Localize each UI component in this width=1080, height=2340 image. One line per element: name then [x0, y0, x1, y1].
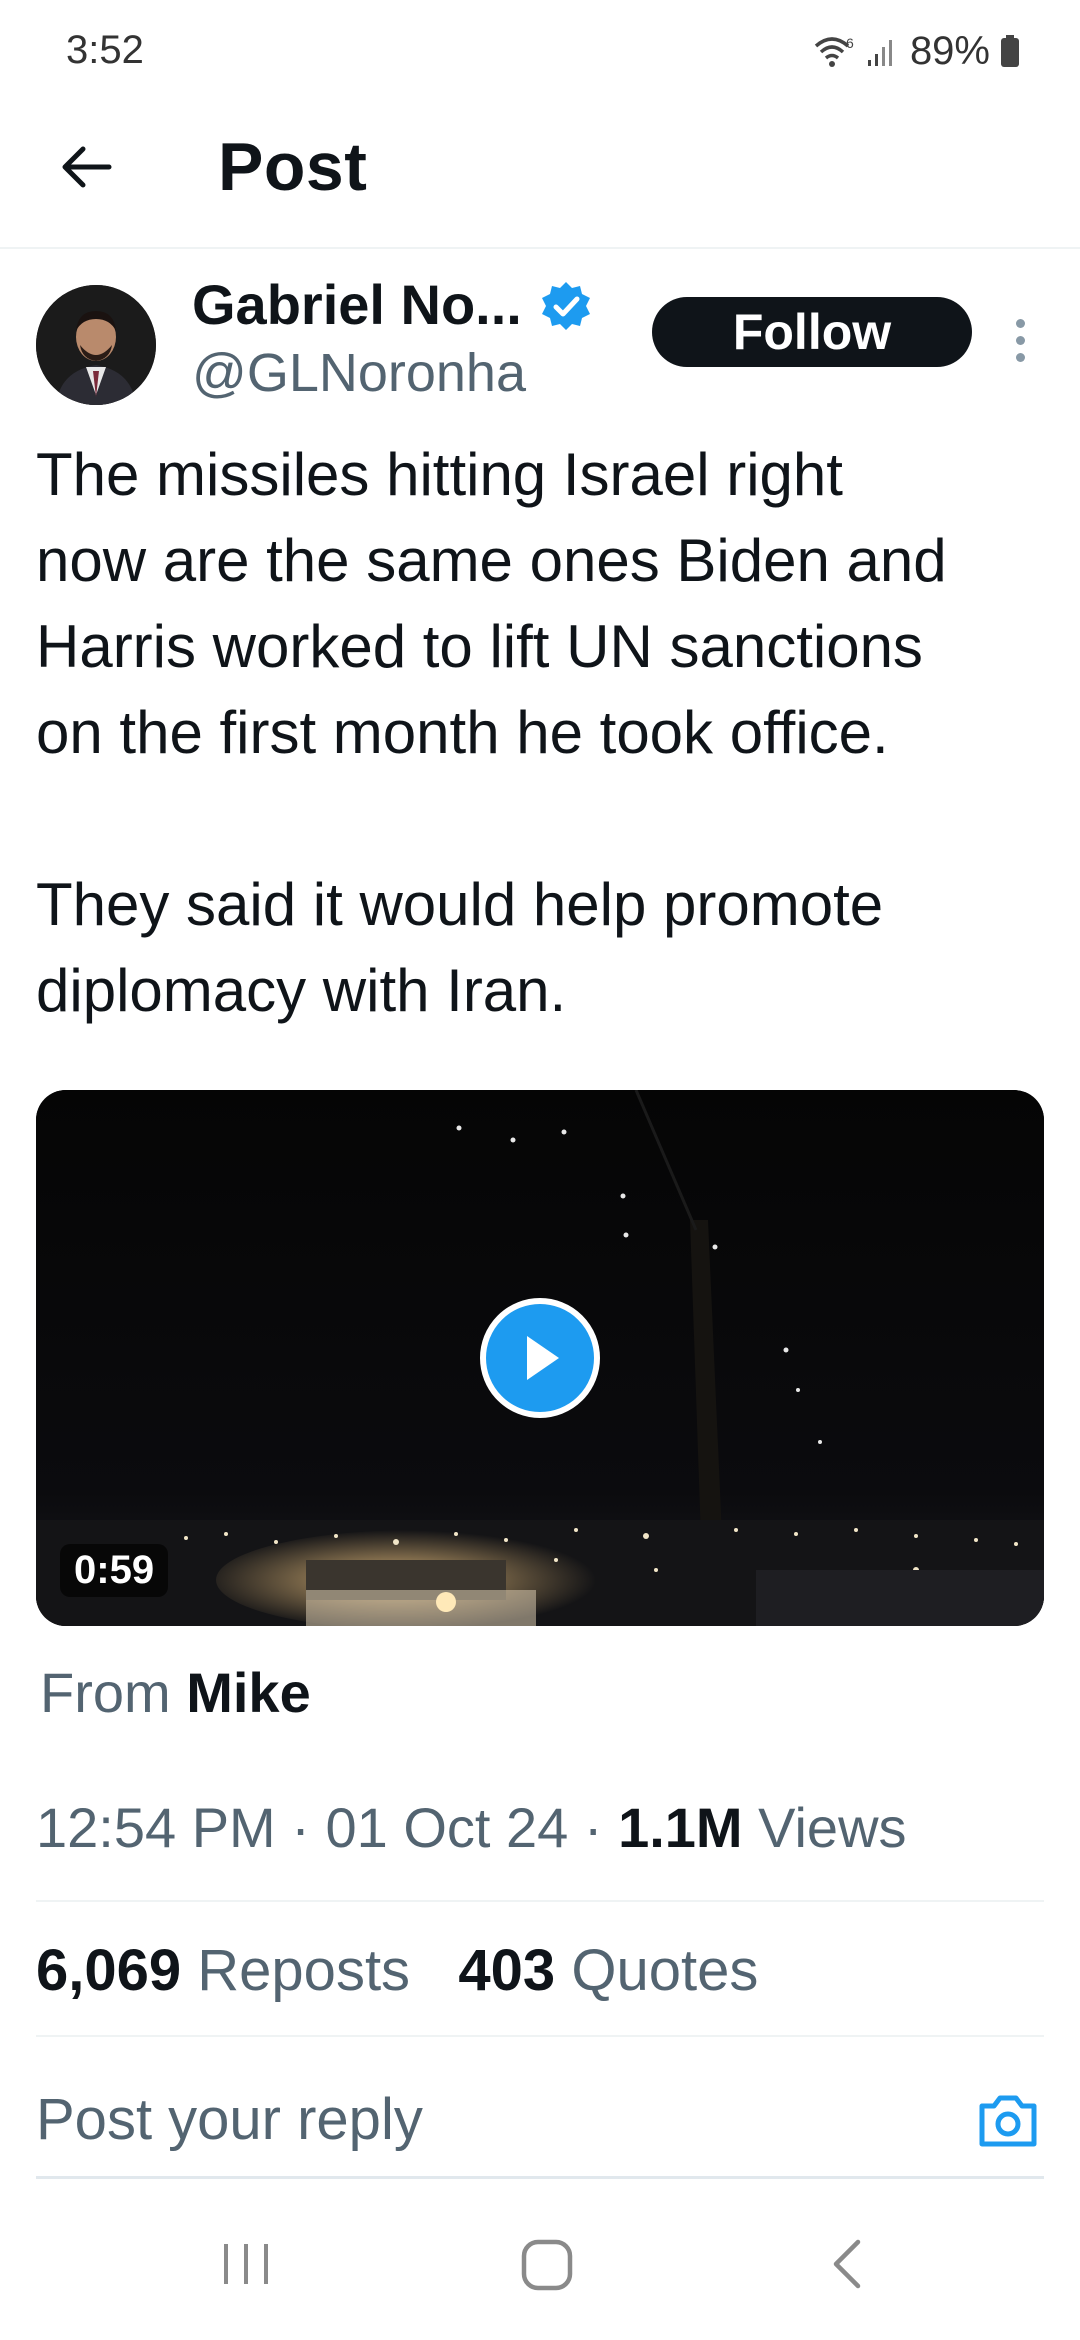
status-icons: 6 89%: [812, 26, 1020, 76]
quotes-count: 403: [458, 1938, 556, 2003]
recents-icon[interactable]: [218, 2238, 274, 2290]
dot: [1015, 318, 1025, 328]
verified-badge-icon: [540, 280, 592, 332]
avatar[interactable]: [36, 285, 156, 405]
divider: [36, 2035, 1044, 2037]
author-display-name[interactable]: Gabriel No...: [192, 272, 522, 337]
post-time[interactable]: 12:54 PM: [36, 1796, 276, 1859]
author-handle[interactable]: @GLNoronha: [192, 342, 526, 404]
header-divider: [0, 247, 1080, 249]
video-player[interactable]: 0:59: [36, 1090, 1044, 1626]
video-duration: 0:59: [60, 1544, 169, 1597]
page-title: Post: [218, 129, 368, 205]
back-button[interactable]: [50, 132, 120, 202]
meta-separator: ·: [583, 1796, 603, 1859]
post-meta: 12:54 PM · 01 Oct 24 · 1.1M Views: [36, 1795, 907, 1860]
status-time: 3:52: [66, 28, 144, 72]
reposts-label: Reposts: [197, 1938, 411, 2003]
arrow-left-icon: [62, 146, 112, 188]
dot: [1015, 352, 1025, 362]
signal-icon: [867, 40, 892, 66]
reply-underline: [36, 2176, 1044, 2179]
wifi-icon: 6: [814, 35, 854, 67]
home-icon[interactable]: [520, 2238, 576, 2292]
reposts-count: 6,069: [36, 1938, 182, 2003]
quotes-link[interactable]: 403 Quotes: [458, 1938, 758, 2003]
more-options-icon[interactable]: [1000, 300, 1040, 380]
back-icon[interactable]: [828, 2236, 868, 2292]
post-text: The missiles hitting Israel right now ar…: [36, 441, 947, 1024]
reposts-link[interactable]: 6,069 Reposts: [36, 1938, 426, 2003]
views-label: Views: [758, 1796, 907, 1859]
reply-input[interactable]: Post your reply: [36, 2086, 936, 2153]
camera-icon[interactable]: [976, 2090, 1040, 2150]
post-stats: 6,069 Reposts 403 Quotes: [36, 1937, 758, 2004]
divider: [36, 1900, 1044, 1902]
avatar-photo: [36, 285, 156, 405]
battery-icon: [1001, 35, 1019, 67]
wifi-label: 6: [846, 35, 854, 51]
follow-button[interactable]: Follow: [652, 297, 972, 367]
views-count: 1.1M: [618, 1796, 743, 1859]
from-name[interactable]: Mike: [186, 1661, 311, 1724]
post-date[interactable]: 01 Oct 24: [325, 1796, 568, 1859]
play-button[interactable]: [480, 1298, 600, 1418]
from-prefix: From: [40, 1661, 171, 1724]
play-icon: [527, 1336, 559, 1380]
quotes-label: Quotes: [571, 1938, 759, 2003]
dot: [1015, 335, 1025, 345]
meta-separator: ·: [291, 1796, 310, 1859]
from-line: From Mike: [40, 1660, 311, 1725]
battery-percent: 89%: [909, 28, 990, 73]
